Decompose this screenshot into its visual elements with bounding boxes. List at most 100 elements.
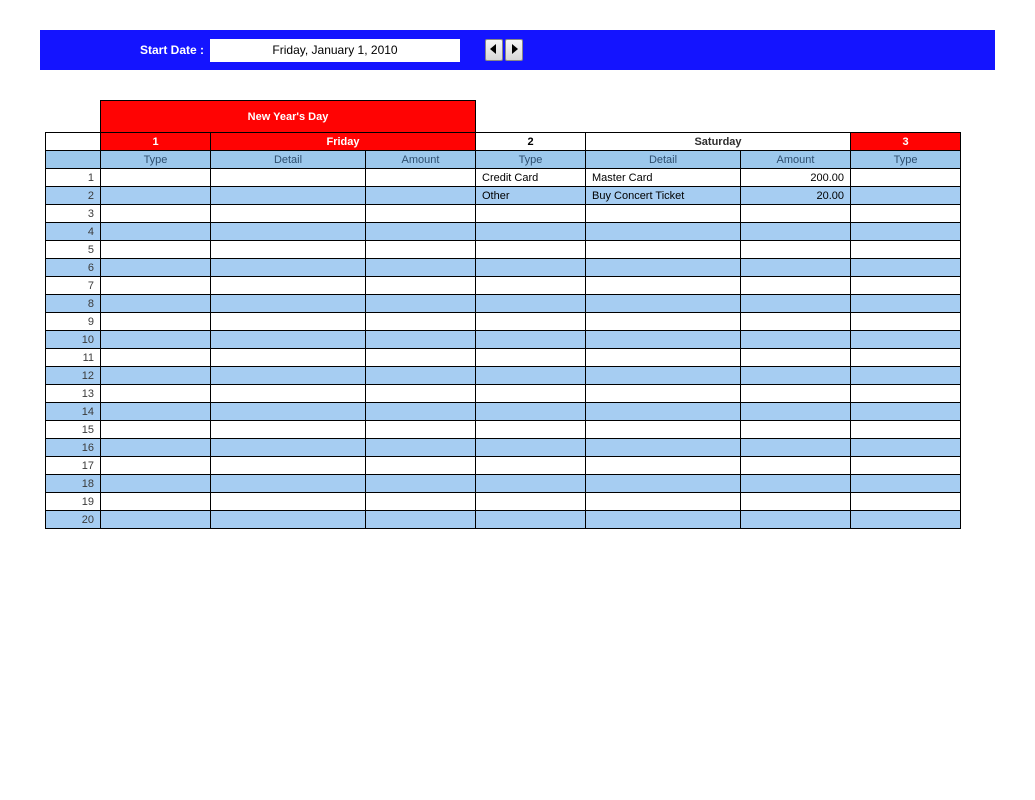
cell-day3-type[interactable]	[851, 223, 961, 241]
cell-day2-amount[interactable]	[741, 439, 851, 457]
cell-day2-detail[interactable]	[586, 403, 741, 421]
cell-day3-type[interactable]	[851, 313, 961, 331]
cell-day3-type[interactable]	[851, 187, 961, 205]
cell-day2-type[interactable]	[476, 439, 586, 457]
cell-day1-detail[interactable]	[211, 241, 366, 259]
cell-day2-amount[interactable]	[741, 493, 851, 511]
cell-day2-amount[interactable]	[741, 457, 851, 475]
cell-day2-detail[interactable]	[586, 493, 741, 511]
cell-day2-type[interactable]	[476, 205, 586, 223]
cell-day3-type[interactable]	[851, 349, 961, 367]
cell-day1-amount[interactable]	[366, 511, 476, 529]
cell-day3-type[interactable]	[851, 421, 961, 439]
cell-day1-detail[interactable]	[211, 277, 366, 295]
start-date-field[interactable]: Friday, January 1, 2010	[210, 39, 460, 62]
cell-day1-detail[interactable]	[211, 187, 366, 205]
cell-day1-detail[interactable]	[211, 439, 366, 457]
cell-day2-detail[interactable]	[586, 295, 741, 313]
cell-day3-type[interactable]	[851, 295, 961, 313]
cell-day1-amount[interactable]	[366, 421, 476, 439]
cell-day1-detail[interactable]	[211, 169, 366, 187]
cell-day2-detail[interactable]	[586, 331, 741, 349]
cell-day2-detail[interactable]	[586, 241, 741, 259]
cell-day2-detail[interactable]	[586, 475, 741, 493]
cell-day1-detail[interactable]	[211, 295, 366, 313]
cell-day1-detail[interactable]	[211, 475, 366, 493]
cell-day1-type[interactable]	[101, 241, 211, 259]
cell-day1-type[interactable]	[101, 205, 211, 223]
cell-day1-type[interactable]	[101, 349, 211, 367]
cell-day3-type[interactable]	[851, 385, 961, 403]
cell-day3-type[interactable]	[851, 277, 961, 295]
cell-day1-detail[interactable]	[211, 457, 366, 475]
cell-day2-amount[interactable]	[741, 385, 851, 403]
cell-day2-detail[interactable]	[586, 349, 741, 367]
cell-day1-amount[interactable]	[366, 259, 476, 277]
cell-day1-type[interactable]	[101, 421, 211, 439]
cell-day2-detail[interactable]	[586, 439, 741, 457]
cell-day1-amount[interactable]	[366, 169, 476, 187]
cell-day2-detail[interactable]	[586, 511, 741, 529]
cell-day1-amount[interactable]	[366, 241, 476, 259]
prev-button[interactable]	[485, 39, 503, 61]
cell-day1-amount[interactable]	[366, 205, 476, 223]
cell-day2-amount[interactable]	[741, 403, 851, 421]
cell-day1-type[interactable]	[101, 313, 211, 331]
cell-day2-type[interactable]	[476, 457, 586, 475]
cell-day1-type[interactable]	[101, 457, 211, 475]
cell-day2-detail[interactable]	[586, 205, 741, 223]
cell-day2-detail[interactable]	[586, 457, 741, 475]
cell-day2-type[interactable]	[476, 385, 586, 403]
cell-day2-detail[interactable]	[586, 259, 741, 277]
cell-day2-type[interactable]	[476, 403, 586, 421]
cell-day2-type[interactable]	[476, 367, 586, 385]
cell-day1-amount[interactable]	[366, 313, 476, 331]
cell-day3-type[interactable]	[851, 241, 961, 259]
cell-day3-type[interactable]	[851, 403, 961, 421]
cell-day1-amount[interactable]	[366, 385, 476, 403]
cell-day1-amount[interactable]	[366, 349, 476, 367]
cell-day1-amount[interactable]	[366, 367, 476, 385]
cell-day3-type[interactable]	[851, 457, 961, 475]
cell-day2-type[interactable]	[476, 313, 586, 331]
cell-day2-detail[interactable]	[586, 367, 741, 385]
cell-day1-detail[interactable]	[211, 511, 366, 529]
cell-day2-type[interactable]	[476, 493, 586, 511]
cell-day2-amount[interactable]	[741, 313, 851, 331]
cell-day1-detail[interactable]	[211, 331, 366, 349]
cell-day1-detail[interactable]	[211, 367, 366, 385]
cell-day2-type[interactable]: Credit Card	[476, 169, 586, 187]
cell-day1-type[interactable]	[101, 403, 211, 421]
cell-day1-type[interactable]	[101, 277, 211, 295]
cell-day2-type[interactable]	[476, 259, 586, 277]
cell-day1-detail[interactable]	[211, 223, 366, 241]
cell-day2-detail[interactable]: Master Card	[586, 169, 741, 187]
cell-day2-amount[interactable]	[741, 331, 851, 349]
cell-day1-amount[interactable]	[366, 439, 476, 457]
cell-day3-type[interactable]	[851, 439, 961, 457]
cell-day2-type[interactable]	[476, 295, 586, 313]
cell-day2-amount[interactable]: 200.00	[741, 169, 851, 187]
cell-day1-detail[interactable]	[211, 259, 366, 277]
cell-day2-amount[interactable]	[741, 421, 851, 439]
cell-day1-type[interactable]	[101, 169, 211, 187]
cell-day1-type[interactable]	[101, 493, 211, 511]
cell-day2-type[interactable]	[476, 277, 586, 295]
cell-day3-type[interactable]	[851, 493, 961, 511]
cell-day1-detail[interactable]	[211, 313, 366, 331]
cell-day2-type[interactable]	[476, 331, 586, 349]
cell-day3-type[interactable]	[851, 205, 961, 223]
cell-day2-detail[interactable]	[586, 421, 741, 439]
cell-day1-amount[interactable]	[366, 457, 476, 475]
cell-day1-type[interactable]	[101, 367, 211, 385]
cell-day1-amount[interactable]	[366, 403, 476, 421]
cell-day1-type[interactable]	[101, 295, 211, 313]
cell-day1-amount[interactable]	[366, 187, 476, 205]
cell-day1-amount[interactable]	[366, 331, 476, 349]
cell-day3-type[interactable]	[851, 367, 961, 385]
cell-day2-type[interactable]	[476, 511, 586, 529]
cell-day2-amount[interactable]	[741, 511, 851, 529]
cell-day3-type[interactable]	[851, 169, 961, 187]
cell-day1-amount[interactable]	[366, 493, 476, 511]
cell-day1-type[interactable]	[101, 187, 211, 205]
